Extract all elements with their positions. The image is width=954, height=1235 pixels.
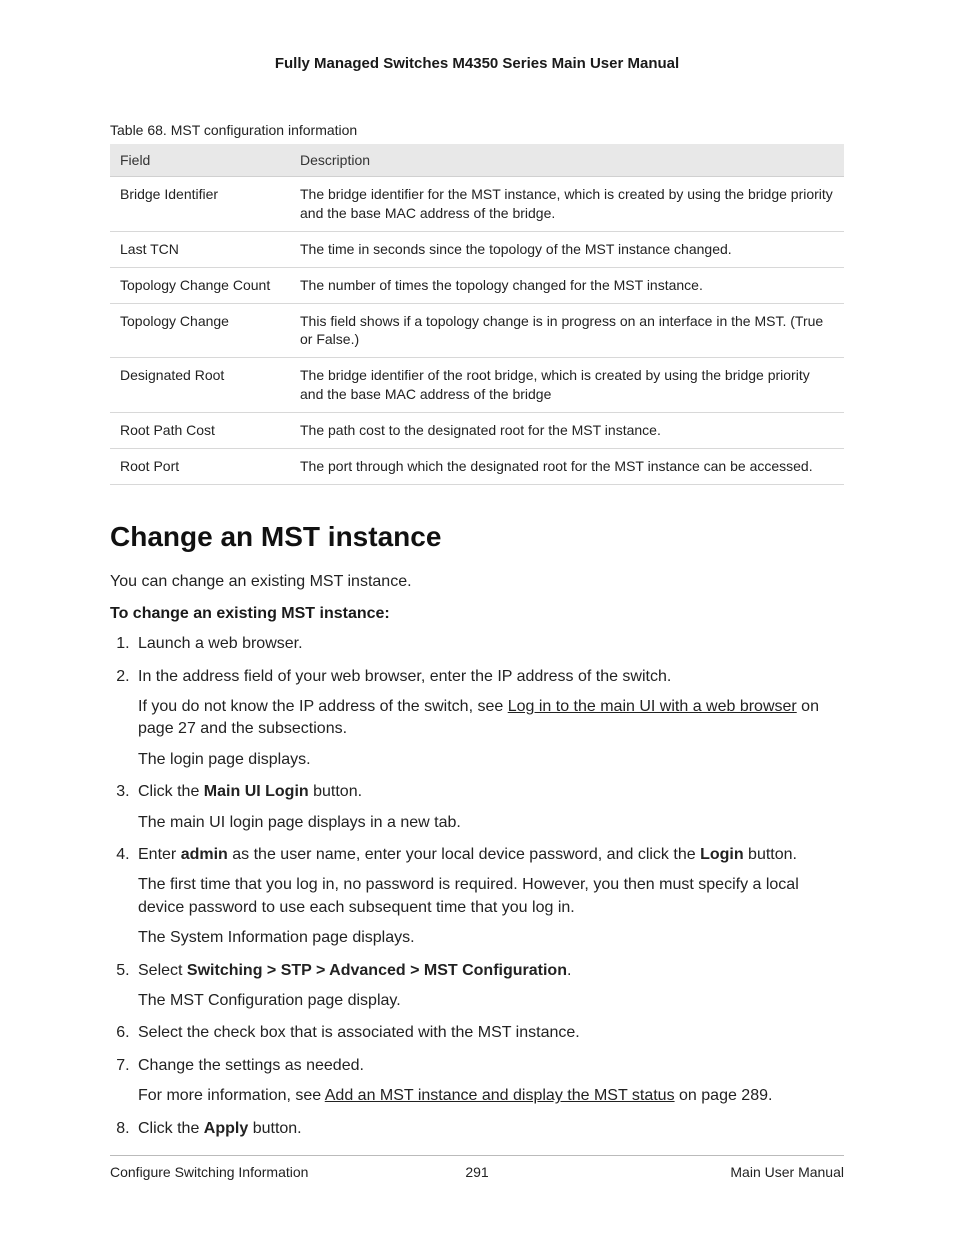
- step-paragraph: The System Information page displays.: [138, 927, 844, 949]
- step-3: Click the Main UI Login button. The main…: [134, 781, 844, 834]
- section-heading: Change an MST instance: [110, 521, 844, 553]
- step-paragraph: If you do not know the IP address of the…: [138, 696, 844, 741]
- document-title: Fully Managed Switches M4350 Series Main…: [110, 55, 844, 72]
- step-text: Launch a web browser.: [138, 635, 303, 652]
- ui-label-apply: Apply: [204, 1120, 248, 1137]
- step-4: Enter admin as the user name, enter your…: [134, 844, 844, 950]
- cell-desc: The bridge identifier of the root bridge…: [290, 358, 844, 413]
- step-7: Change the settings as needed. For more …: [134, 1055, 844, 1108]
- cell-field: Topology Change: [110, 303, 290, 358]
- ui-label-admin: admin: [181, 846, 228, 863]
- cell-desc: The bridge identifier for the MST instan…: [290, 177, 844, 232]
- table-row: Bridge IdentifierThe bridge identifier f…: [110, 177, 844, 232]
- cell-field: Root Port: [110, 449, 290, 485]
- text-run: button.: [309, 783, 362, 800]
- text-run: as the user name, enter your local devic…: [228, 846, 700, 863]
- step-1: Launch a web browser.: [134, 633, 844, 655]
- step-2: In the address field of your web browser…: [134, 666, 844, 772]
- step-text: In the address field of your web browser…: [138, 668, 671, 685]
- cell-field: Designated Root: [110, 358, 290, 413]
- text-run: Select: [138, 962, 187, 979]
- table-header-row: Field Description: [110, 144, 844, 177]
- document-page: Fully Managed Switches M4350 Series Main…: [0, 0, 954, 1235]
- table-caption: Table 68. MST configuration information: [110, 122, 844, 138]
- step-6: Select the check box that is associated …: [134, 1022, 844, 1044]
- ui-label-main-ui-login: Main UI Login: [204, 783, 309, 800]
- table-row: Topology Change CountThe number of times…: [110, 267, 844, 303]
- cell-desc: This field shows if a topology change is…: [290, 303, 844, 358]
- ui-path-mst-config: Switching > STP > Advanced > MST Configu…: [187, 962, 567, 979]
- cell-field: Topology Change Count: [110, 267, 290, 303]
- text-run: on page 289.: [675, 1087, 773, 1104]
- cell-field: Bridge Identifier: [110, 177, 290, 232]
- step-paragraph: The login page displays.: [138, 749, 844, 771]
- table-row: Topology ChangeThis field shows if a top…: [110, 303, 844, 358]
- step-paragraph: The main UI login page displays in a new…: [138, 812, 844, 834]
- text-run: For more information, see: [138, 1087, 325, 1104]
- step-text: Select the check box that is associated …: [138, 1024, 580, 1041]
- footer-page-number: 291: [110, 1164, 844, 1180]
- step-5: Select Switching > STP > Advanced > MST …: [134, 960, 844, 1013]
- col-header-description: Description: [290, 144, 844, 177]
- text-run: button.: [744, 846, 797, 863]
- link-add-mst-instance[interactable]: Add an MST instance and display the MST …: [325, 1087, 675, 1104]
- cell-desc: The time in seconds since the topology o…: [290, 231, 844, 267]
- cell-field: Last TCN: [110, 231, 290, 267]
- step-paragraph: For more information, see Add an MST ins…: [138, 1085, 844, 1107]
- mst-config-table: Field Description Bridge IdentifierThe b…: [110, 144, 844, 485]
- text-run: button.: [248, 1120, 301, 1137]
- ui-label-login: Login: [700, 846, 744, 863]
- page-footer: Configure Switching Information 291 Main…: [110, 1155, 844, 1180]
- text-run: Click the: [138, 1120, 204, 1137]
- link-login-main-ui[interactable]: Log in to the main UI with a web browser: [508, 698, 797, 715]
- text-run: If you do not know the IP address of the…: [138, 698, 508, 715]
- cell-desc: The path cost to the designated root for…: [290, 413, 844, 449]
- steps-list: Launch a web browser. In the address fie…: [110, 633, 844, 1140]
- step-paragraph: The MST Configuration page display.: [138, 990, 844, 1012]
- cell-desc: The number of times the topology changed…: [290, 267, 844, 303]
- section-subheading: To change an existing MST instance:: [110, 605, 844, 623]
- step-text: Change the settings as needed.: [138, 1057, 364, 1074]
- table-row: Root PortThe port through which the desi…: [110, 449, 844, 485]
- step-8: Click the Apply button.: [134, 1118, 844, 1140]
- cell-field: Root Path Cost: [110, 413, 290, 449]
- table-row: Root Path CostThe path cost to the desig…: [110, 413, 844, 449]
- text-run: Enter: [138, 846, 181, 863]
- text-run: Click the: [138, 783, 204, 800]
- table-row: Last TCNThe time in seconds since the to…: [110, 231, 844, 267]
- col-header-field: Field: [110, 144, 290, 177]
- cell-desc: The port through which the designated ro…: [290, 449, 844, 485]
- table-row: Designated RootThe bridge identifier of …: [110, 358, 844, 413]
- step-paragraph: The first time that you log in, no passw…: [138, 874, 844, 919]
- text-run: .: [567, 962, 571, 979]
- section-intro: You can change an existing MST instance.: [110, 571, 844, 593]
